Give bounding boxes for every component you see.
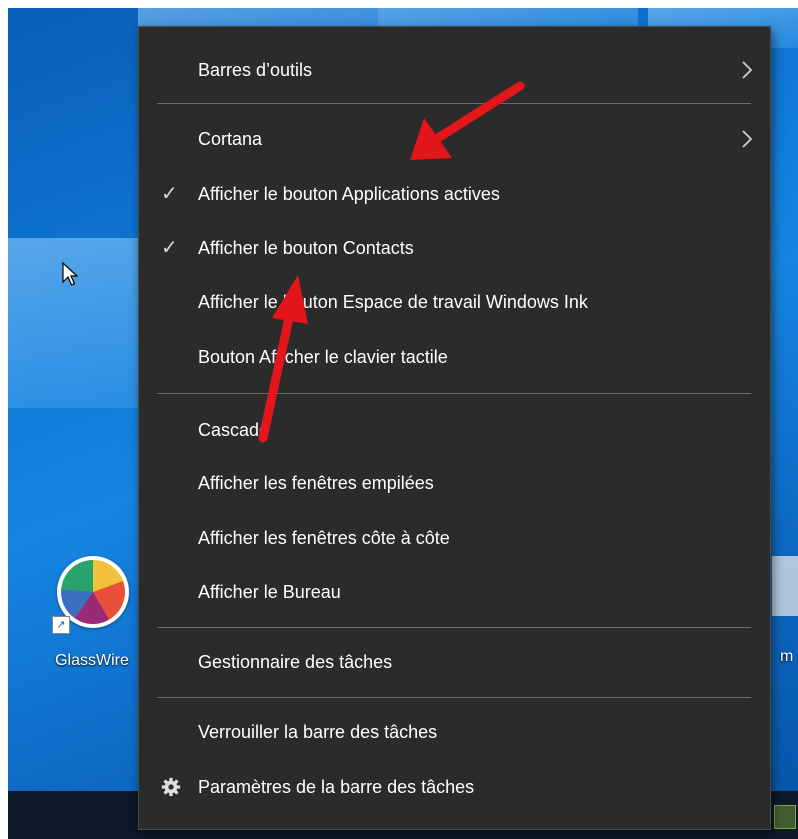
shortcut-arrow-icon: ↗ — [52, 616, 70, 634]
checkmark-icon: ✓ — [161, 183, 178, 205]
menu-item-show-desktop[interactable]: Afficher le Bureau — [139, 570, 770, 614]
menu-separator — [157, 627, 751, 628]
menu-separator — [157, 697, 751, 698]
checkmark-icon: ✓ — [161, 237, 178, 259]
menu-item-label: Afficher le bouton Applications actives — [198, 184, 500, 204]
menu-item-label: Afficher le bouton Espace de travail Win… — [198, 292, 588, 312]
menu-item-label: Cascade — [198, 420, 270, 440]
desktop-icon-glasswire[interactable]: ↗ GlassWire — [44, 556, 140, 676]
menu-separator — [157, 393, 751, 394]
menu-item-label: Verrouiller la barre des tâches — [198, 722, 438, 742]
menu-item-show-task-view-button[interactable]: ✓ Afficher le bouton Applications active… — [139, 172, 770, 216]
menu-item-label: Bouton Afficher le clavier tactile — [198, 347, 448, 367]
menu-item-cortana[interactable]: Cortana — [139, 117, 770, 161]
taskbar-context-menu: Barres d’outils Cortana ✓ Afficher le bo… — [138, 26, 771, 830]
menu-item-label: Barres d’outils — [198, 60, 313, 80]
menu-separator — [157, 103, 751, 104]
menu-item-label: Paramètres de la barre des tâches — [198, 777, 475, 797]
menu-item-label: Afficher le Bureau — [198, 582, 341, 602]
menu-item-label: Cortana — [198, 129, 263, 149]
menu-item-toolbars[interactable]: Barres d’outils — [139, 48, 770, 92]
chevron-right-icon — [742, 61, 753, 79]
menu-item-label: Afficher le bouton Contacts — [198, 238, 414, 258]
gear-icon — [161, 777, 181, 797]
tray-app-icon[interactable] — [774, 805, 796, 829]
menu-item-lock-taskbar[interactable]: Verrouiller la barre des tâches — [139, 710, 770, 754]
partial-desktop-icon[interactable] — [772, 556, 798, 616]
menu-item-stacked-windows[interactable]: Afficher les fenêtres empilées — [139, 461, 770, 505]
menu-item-show-windows-ink-button[interactable]: Afficher le bouton Espace de travail Win… — [139, 280, 770, 324]
menu-item-taskbar-settings[interactable]: Paramètres de la barre des tâches — [139, 765, 770, 809]
menu-item-side-by-side-windows[interactable]: Afficher les fenêtres côte à côte — [139, 516, 770, 560]
menu-item-show-touch-keyboard-button[interactable]: Bouton Afficher le clavier tactile — [139, 335, 770, 379]
desktop-icon-label: GlassWire — [55, 652, 129, 669]
menu-item-cascade[interactable]: Cascade — [139, 408, 770, 452]
wallpaper-light-pane — [8, 238, 148, 408]
menu-item-show-people-button[interactable]: ✓ Afficher le bouton Contacts — [139, 226, 770, 270]
menu-item-label: Afficher les fenêtres empilées — [198, 473, 434, 493]
menu-item-task-manager[interactable]: Gestionnaire des tâches — [139, 640, 770, 684]
partial-desktop-icon-label: m — [780, 648, 794, 665]
menu-item-label: Afficher les fenêtres côte à côte — [198, 528, 450, 548]
menu-item-label: Gestionnaire des tâches — [198, 652, 393, 672]
chevron-right-icon — [742, 130, 753, 148]
mouse-pointer-icon — [62, 262, 78, 286]
